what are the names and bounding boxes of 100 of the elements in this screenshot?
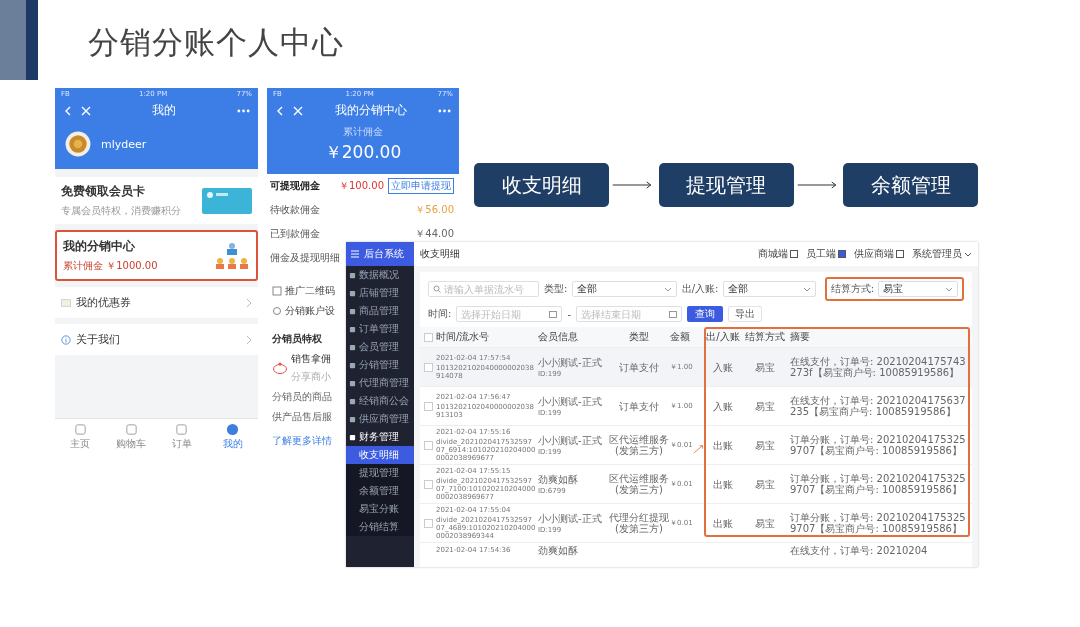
sidebar-item[interactable]: 财务管理 xyxy=(346,428,414,446)
total-label: 累计佣金 xyxy=(343,125,383,139)
description-text: 分销员的商品 xyxy=(272,390,333,404)
table-cell-text: 出账 xyxy=(712,517,734,529)
table-cell-text: 小小测试-正式 xyxy=(538,512,603,524)
member-card-title[interactable]: 免费领取会员卡 xyxy=(61,183,181,200)
tab-bar-item[interactable]: 主页 xyxy=(55,423,106,451)
menu-item-icon xyxy=(349,415,356,423)
table-cell-text: 劲爽如酥 xyxy=(538,473,579,485)
sidebar-item[interactable]: 供应商管理 xyxy=(346,410,414,428)
column-header: 时间/流水号 xyxy=(436,330,491,344)
description-text: 供产品售后服 xyxy=(272,410,333,424)
coupon-icon xyxy=(61,297,71,308)
checkbox[interactable] xyxy=(423,362,433,372)
info-icon xyxy=(61,334,71,345)
table-cell-text: 订单分账，订单号: 202102041753259707【易宝商户号: 10085919586】 xyxy=(789,473,967,495)
settlement-dropdown[interactable]: 易宝 xyxy=(878,281,958,297)
checkbox[interactable] xyxy=(423,332,433,342)
page-title: 收支明细 xyxy=(420,247,460,261)
direction-dropdown[interactable]: 全部 xyxy=(723,281,816,297)
card-title: 我的分销中心 xyxy=(63,238,136,255)
menu-item[interactable]: 关于我们 xyxy=(55,324,258,355)
flow-step: 余额管理 xyxy=(843,163,978,207)
sidebar-item[interactable]: 会员管理 xyxy=(346,338,414,356)
export-button[interactable]: 导出 xyxy=(728,306,762,322)
sidebar-item[interactable]: 代理商管理 xyxy=(346,374,414,392)
caret-icon xyxy=(945,285,953,293)
distribution-center-card[interactable]: 我的分销中心 累计佣金 ￥1000.00 xyxy=(55,230,258,281)
table-cell: 区代运维服务(发第三方) xyxy=(608,473,670,495)
username: mlydeer xyxy=(101,137,147,151)
table-cell-text: 订单支付 xyxy=(618,361,660,373)
user-icon xyxy=(226,423,240,436)
caret-icon xyxy=(964,250,972,258)
member-card-drawing xyxy=(202,187,252,214)
table-cell-text: 订单分账，订单号: 202102041753259707【易宝商户号: 10085919586】 xyxy=(789,512,967,534)
amount-text: ￥44.00 xyxy=(415,227,454,241)
menu-item-icon xyxy=(349,433,356,441)
sidebar-item[interactable]: 经销商公会 xyxy=(346,392,414,410)
column-header: 会员信息 xyxy=(538,330,579,344)
team-icon xyxy=(214,240,250,271)
header-link[interactable]: 商城端 xyxy=(758,247,788,261)
table-cell-text: 入账 xyxy=(712,361,734,373)
menu-item[interactable]: 分销账户设 xyxy=(272,304,338,318)
brand-text: 后台系统 xyxy=(364,247,404,261)
table-cell-text: 小小测试-正式 xyxy=(538,356,603,368)
table-cell-text: 在线支付，订单号: 20210204175637235【易宝商户号: 10085919586】 xyxy=(789,395,967,417)
close-icon[interactable] xyxy=(81,105,91,116)
sidebar-item[interactable]: 店铺管理 xyxy=(346,284,414,302)
header-link[interactable]: 员工端 xyxy=(806,247,836,261)
sidebar-item[interactable]: 订单管理 xyxy=(346,320,414,338)
sidebar-item[interactable]: 数据概况 xyxy=(346,266,414,284)
row-label: 佣金及提现明细 xyxy=(270,251,340,265)
commission-text: 累计佣金 ￥1000.00 xyxy=(63,259,158,273)
tab-bar-item[interactable]: 我的 xyxy=(207,423,258,451)
member-card-subtitle: 专属会员特权，消费赚积分 xyxy=(61,204,181,218)
sidebar-subitem[interactable]: 提现管理 xyxy=(346,464,414,482)
checkbox[interactable] xyxy=(423,479,433,489)
search-icon xyxy=(433,285,441,293)
tab-bar-item[interactable]: 购物车 xyxy=(105,423,157,451)
checkbox[interactable] xyxy=(423,440,433,450)
checkbox[interactable] xyxy=(423,401,433,411)
menu-item-icon xyxy=(349,361,356,369)
row-label: 可提现佣金 xyxy=(270,179,320,193)
learn-more-link[interactable]: 了解更多详情 xyxy=(272,434,338,448)
more-icon[interactable] xyxy=(237,108,250,113)
sidebar-subitem[interactable]: 收支明细 xyxy=(346,446,414,464)
more-icon[interactable] xyxy=(438,108,451,113)
row-label: 待收款佣金 xyxy=(270,203,320,217)
sidebar-subitem[interactable]: 易宝分账 xyxy=(346,500,414,518)
table-cell-text: 出账 xyxy=(712,478,734,490)
menu-item[interactable]: 我的优惠券 xyxy=(55,287,258,318)
menu-item[interactable]: 推广二维码 xyxy=(272,284,338,298)
checkbox[interactable] xyxy=(423,518,433,528)
menu-item-icon xyxy=(349,379,356,387)
tab-bar-item[interactable]: 订单 xyxy=(156,423,208,451)
query-button[interactable]: 查询 xyxy=(687,306,723,322)
table-cell-text: 易宝 xyxy=(754,478,776,490)
menu-icon[interactable] xyxy=(350,249,360,259)
back-icon[interactable] xyxy=(275,105,285,116)
menu-item-icon xyxy=(349,343,356,351)
section-title: 分销员特权 xyxy=(272,332,323,346)
menu-item-icon xyxy=(349,397,356,405)
sidebar-subitem[interactable]: 余额管理 xyxy=(346,482,414,500)
chevron-icon xyxy=(246,334,252,345)
total-amount: ￥200.00 xyxy=(324,141,402,164)
close-icon[interactable] xyxy=(293,105,303,116)
type-dropdown[interactable]: 全部 xyxy=(572,281,677,297)
caret-icon xyxy=(663,285,672,293)
back-icon[interactable] xyxy=(63,105,73,116)
withdraw-button[interactable]: 立即申请提现 xyxy=(388,178,454,194)
table-cell-text: 易宝 xyxy=(754,439,776,451)
sidebar-item[interactable]: 商品管理 xyxy=(346,302,414,320)
user-menu[interactable]: 系统管理员 xyxy=(912,247,962,261)
table-cell-text: 小小测试-正式 xyxy=(538,434,603,446)
header-link[interactable]: 供应商端 xyxy=(854,247,894,261)
sidebar-subitem[interactable]: 分销结算 xyxy=(346,518,414,536)
column-header: 结算方式 xyxy=(744,330,786,344)
sidebar-item[interactable]: 分销管理 xyxy=(346,356,414,374)
tab-icon xyxy=(124,423,138,436)
menu-item-icon xyxy=(349,307,356,315)
